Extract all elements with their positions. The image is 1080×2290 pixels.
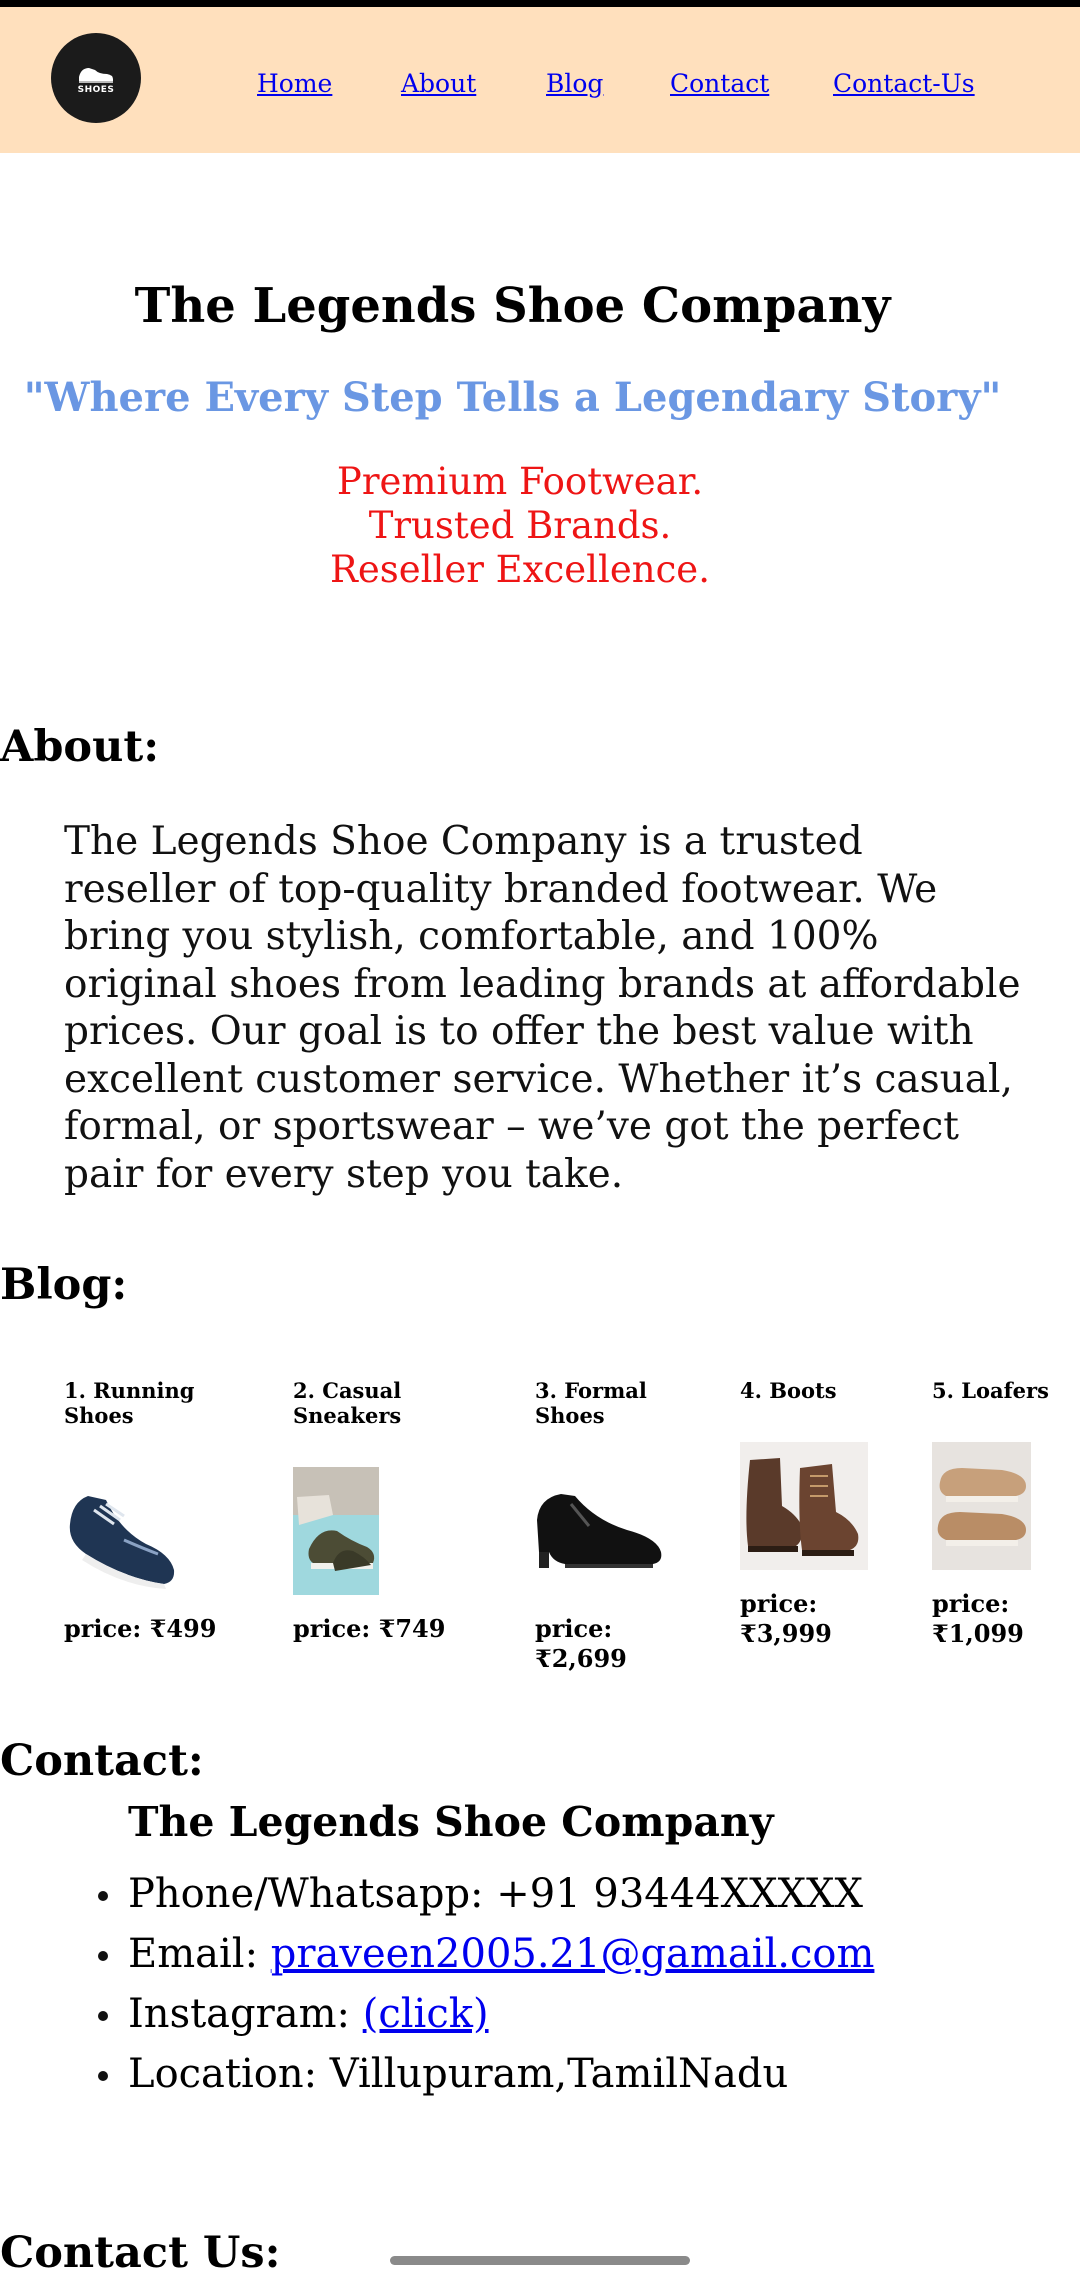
nav-link-about[interactable]: About xyxy=(401,69,476,98)
boot-icon xyxy=(740,1442,868,1570)
hero-line: Premium Footwear. xyxy=(336,460,704,503)
product-card-loafers[interactable]: 5. Loafers price: ₹1,099 xyxy=(932,1378,1072,1678)
formal-shoe-icon xyxy=(537,1494,662,1568)
contact-company-name: The Legends Shoe Company xyxy=(128,1798,774,1846)
contact-heading: Contact: xyxy=(0,1736,204,1786)
email-label: Email: xyxy=(128,1931,271,1977)
product-name: 5. Loafers xyxy=(932,1378,1049,1403)
contact-phone: Phone/Whatsapp: +91 93444XXXXX xyxy=(97,1864,874,1924)
nav-link-home[interactable]: Home xyxy=(257,69,332,98)
blog-heading: Blog: xyxy=(0,1260,128,1310)
product-card-running-shoes[interactable]: 1. Running Shoes price: ₹499 xyxy=(64,1378,216,1678)
phone-text: Phone/Whatsapp: +91 93444XXXXX xyxy=(128,1871,863,1917)
nav-link-blog[interactable]: Blog xyxy=(546,69,603,98)
hero-highlights: Premium Footwear. Trusted Brands. Resell… xyxy=(0,460,1040,592)
nav-link-contact-us[interactable]: Contact-Us xyxy=(833,69,975,98)
product-card-formal-shoes[interactable]: 3. Formal Shoes price: ₹2,699 xyxy=(535,1378,685,1698)
loafer-icon xyxy=(932,1442,1031,1570)
contact-details-list: Phone/Whatsapp: +91 93444XXXXX Email: pr… xyxy=(97,1864,875,2104)
gesture-home-bar[interactable] xyxy=(390,2256,690,2265)
product-price: price: ₹499 xyxy=(64,1614,217,1643)
contact-instagram: Instagram: (click) xyxy=(97,1984,874,2044)
product-name: 3. Formal Shoes xyxy=(535,1378,647,1428)
contact-location: Location: Villupuram,TamilNadu xyxy=(97,2044,874,2104)
hero-line: Reseller Excellence. xyxy=(330,548,710,591)
instagram-label: Instagram: xyxy=(128,1991,363,2037)
product-price: price: ₹749 xyxy=(293,1614,446,1643)
contact-us-heading: Contact Us: xyxy=(0,2228,281,2278)
product-name: 2. Casual Sneakers xyxy=(293,1378,402,1428)
shoe-logo-icon xyxy=(79,67,113,83)
about-heading: About: xyxy=(0,722,160,772)
nav-link-contact[interactable]: Contact xyxy=(670,69,769,98)
product-price: price: ₹3,999 xyxy=(740,1589,832,1648)
status-bar-edge xyxy=(0,0,1080,7)
hero-title: The Legends Shoe Company xyxy=(134,278,891,334)
contact-email: Email: praveen2005.21@gamail.com xyxy=(97,1924,875,1984)
hero-tagline: "Where Every Step Tells a Legendary Stor… xyxy=(23,374,1002,421)
about-text: The Legends Shoe Company is a trusted re… xyxy=(64,819,1021,1197)
product-price: price: ₹2,699 xyxy=(535,1614,627,1673)
location-text: Location: Villupuram,TamilNadu xyxy=(128,2051,789,2097)
product-name: 4. Boots xyxy=(740,1378,837,1403)
hero-line: Trusted Brands. xyxy=(368,504,672,547)
top-navigation: SHOES Home About Blog Contact Contact-Us xyxy=(0,7,1080,153)
product-name: 1. Running Shoes xyxy=(64,1378,195,1428)
brand-logo[interactable]: SHOES xyxy=(51,33,141,123)
email-link[interactable]: praveen2005.21@gamail.com xyxy=(271,1931,875,1977)
logo-text: SHOES xyxy=(77,84,115,95)
product-price: price: ₹1,099 xyxy=(932,1589,1024,1648)
product-card-boots[interactable]: 4. Boots price: ₹3,999 xyxy=(740,1378,880,1678)
sneaker-icon xyxy=(293,1467,379,1595)
running-shoe-icon xyxy=(69,1496,175,1589)
product-card-casual-sneakers[interactable]: 2. Casual Sneakers price: ₹749 xyxy=(293,1378,445,1678)
instagram-link[interactable]: (click) xyxy=(363,1991,489,2037)
